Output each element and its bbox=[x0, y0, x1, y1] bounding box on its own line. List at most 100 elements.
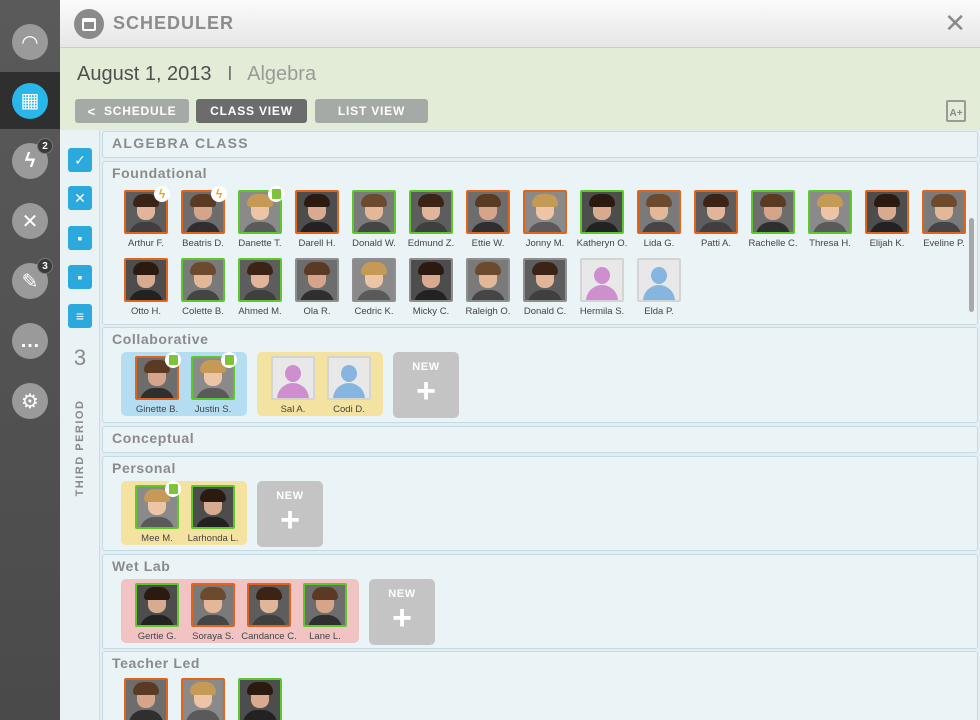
student-photo bbox=[409, 258, 453, 302]
student-card[interactable]: Donald C. bbox=[517, 258, 573, 322]
student-card[interactable]: Danette T. bbox=[232, 186, 288, 254]
nav-item-dashboard-gauge[interactable]: ◠ bbox=[0, 13, 60, 71]
student-name: Arthur F. bbox=[128, 238, 164, 249]
avatar-placeholder bbox=[271, 356, 315, 400]
student-photo bbox=[247, 583, 291, 627]
student-photo bbox=[352, 258, 396, 302]
student-name: Soraya S. bbox=[192, 631, 234, 642]
student-photo bbox=[238, 258, 282, 302]
student-photo bbox=[295, 258, 339, 302]
student-card[interactable]: Patti A. bbox=[688, 190, 744, 254]
close-button[interactable]: ✕ bbox=[944, 8, 966, 38]
student-card[interactable]: Lane L. bbox=[297, 583, 353, 647]
student-photo bbox=[523, 258, 567, 302]
new-group-button[interactable]: NEW + bbox=[369, 579, 435, 645]
nav-item-lightning[interactable]: ϟ2 bbox=[0, 132, 60, 190]
student-name: Katheryn O. bbox=[576, 238, 628, 249]
student-card[interactable]: Rachelle C. bbox=[745, 190, 801, 254]
settings-gear-icon: ⚙ bbox=[12, 383, 48, 419]
nav-item-tools[interactable]: ✕ bbox=[0, 192, 60, 250]
student-name: Otto H. bbox=[130, 306, 162, 317]
period-number: 3 bbox=[73, 345, 87, 370]
student-card[interactable]: Soraya S. bbox=[185, 583, 241, 647]
student-card[interactable]: Lida G. bbox=[631, 190, 687, 254]
student-card[interactable]: Otto H. bbox=[118, 258, 174, 322]
student-card[interactable]: Darell H. bbox=[289, 190, 345, 254]
person-folder-icon[interactable]: ▪ bbox=[68, 226, 92, 250]
tools-icon[interactable]: ✕ bbox=[68, 186, 92, 210]
tool-column: ✓ ✕ ▪ ▪ ≡ 3 THIRD PERIOD bbox=[60, 130, 100, 720]
class-view-main: ALGEBRA CLASS Foundational ϟ Arthur F. ϟ Be… bbox=[100, 130, 980, 720]
student-card[interactable]: Ola R. bbox=[289, 258, 345, 322]
student-card[interactable]: Cedric K. bbox=[346, 258, 402, 322]
student-photo bbox=[694, 190, 738, 234]
dashboard-gauge-icon: ◠ bbox=[12, 24, 48, 60]
student-photo bbox=[238, 678, 282, 720]
student-card[interactable]: Hermila S. bbox=[574, 258, 630, 322]
student-card[interactable]: Mee M. bbox=[129, 481, 185, 549]
student-card[interactable] bbox=[118, 678, 174, 720]
student-card[interactable]: ϟ Arthur F. bbox=[118, 186, 174, 254]
plus-icon: + bbox=[416, 372, 436, 410]
student-card[interactable]: Micky C. bbox=[403, 258, 459, 322]
student-card[interactable]: Ginette B. bbox=[129, 352, 185, 420]
nav-item-calendar[interactable]: ▦ bbox=[0, 72, 60, 129]
checklist-icon[interactable]: ✓ bbox=[68, 148, 92, 172]
student-photo bbox=[922, 190, 966, 234]
student-card[interactable] bbox=[175, 678, 231, 720]
scheduler-app: ◠ ▦ ϟ 2 ✕ ✎ 3… ⚙ SCHEDULER ✕ August 1, 2013 I A… bbox=[0, 0, 980, 720]
schedule-button[interactable]: < SCHEDULE bbox=[75, 99, 189, 123]
student-card[interactable]: Raleigh O. bbox=[460, 258, 516, 322]
student-card[interactable]: Katheryn O. bbox=[574, 190, 630, 254]
student-card[interactable]: Eveline P. bbox=[916, 190, 972, 254]
new-group-button[interactable]: NEW + bbox=[393, 352, 459, 418]
list-view-tab[interactable]: LIST VIEW bbox=[315, 99, 428, 123]
student-name: Larhonda L. bbox=[187, 533, 239, 544]
class-view-tab[interactable]: CLASS VIEW bbox=[196, 99, 307, 123]
student-name: Edmund Z. bbox=[407, 238, 455, 249]
student-card[interactable]: Thresa H. bbox=[802, 190, 858, 254]
student-photo bbox=[191, 583, 235, 627]
student-card[interactable]: Edmund Z. bbox=[403, 190, 459, 254]
student-card[interactable]: Ahmed M. bbox=[232, 258, 288, 322]
student-card[interactable]: Gertie G. bbox=[129, 583, 185, 647]
student-photo bbox=[751, 190, 795, 234]
nav-item-settings-gear[interactable]: ⚙ bbox=[0, 372, 60, 430]
student-card[interactable]: ϟ Beatris D. bbox=[175, 186, 231, 254]
student-card[interactable] bbox=[232, 678, 288, 720]
student-name: Danette T. bbox=[238, 238, 282, 249]
clipboard-badge-icon bbox=[165, 352, 181, 368]
lightning-badge-icon: ϟ bbox=[154, 186, 170, 202]
student-card[interactable]: Elijah K. bbox=[859, 190, 915, 254]
student-card[interactable]: Sal A. bbox=[265, 356, 321, 420]
layers-folder-icon[interactable]: ≡ bbox=[68, 304, 92, 328]
student-name: Gertie G. bbox=[137, 631, 177, 642]
student-photo bbox=[865, 190, 909, 234]
section-personal: Personal Mee M. Larhonda L. NEW + bbox=[102, 456, 978, 551]
student-photo bbox=[637, 190, 681, 234]
nav-item-chat[interactable]: … bbox=[0, 312, 60, 370]
student-photo bbox=[580, 190, 624, 234]
student-name: Hermila S. bbox=[579, 306, 625, 317]
clipboard-badge-icon bbox=[221, 352, 237, 368]
new-group-button[interactable]: NEW + bbox=[257, 481, 323, 547]
student-name: Jonny M. bbox=[525, 238, 565, 249]
student-card[interactable]: Donald W. bbox=[346, 190, 402, 254]
nav-item-assignment[interactable]: ✎ 3 bbox=[0, 252, 60, 310]
student-name: Ginette B. bbox=[135, 404, 179, 415]
student-card[interactable]: Codi D. bbox=[321, 356, 377, 420]
student-card[interactable]: Candance C. bbox=[241, 583, 297, 647]
student-card[interactable]: Jonny M. bbox=[517, 190, 573, 254]
clipboard-badge-icon bbox=[268, 186, 284, 202]
student-name: Patti A. bbox=[700, 238, 732, 249]
box-folder-icon[interactable]: ▪ bbox=[68, 265, 92, 289]
student-card[interactable]: Ettie W. bbox=[460, 190, 516, 254]
student-card[interactable]: Colette B. bbox=[175, 258, 231, 322]
student-card[interactable]: Justin S. bbox=[185, 352, 241, 420]
student-card[interactable]: Larhonda L. bbox=[185, 485, 241, 549]
lightning-icon: ϟ2 bbox=[12, 138, 53, 179]
student-photo bbox=[191, 485, 235, 529]
student-card[interactable]: Elda P. bbox=[631, 258, 687, 322]
student-name: Justin S. bbox=[194, 404, 232, 415]
grade-icon[interactable]: A+ bbox=[946, 100, 966, 122]
